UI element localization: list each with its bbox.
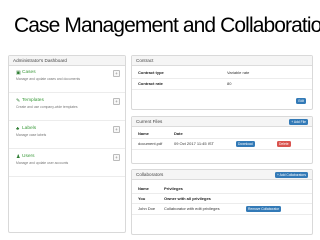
- column-header: Name: [138, 186, 149, 191]
- file-name[interactable]: document.pdf: [138, 141, 162, 146]
- add-file-button[interactable]: + Add File: [289, 119, 308, 125]
- pencil-icon: ✎: [16, 98, 21, 104]
- contract-row: Contract type Variable rate: [132, 68, 312, 79]
- add-user-button[interactable]: +: [113, 154, 120, 161]
- dashboard-item-desc: Create and use company-wide templates: [16, 105, 78, 109]
- dashboard-item-name[interactable]: Labels: [22, 126, 36, 131]
- contract-label: Contract rate: [138, 81, 163, 86]
- add-label-button[interactable]: +: [113, 126, 120, 133]
- collaborators-header-row: Name Privileges: [132, 184, 312, 194]
- add-template-button[interactable]: +: [113, 98, 120, 105]
- dashboard-item-name[interactable]: Cases: [22, 70, 36, 75]
- table-row: You Owner with all privileges: [132, 194, 312, 204]
- dashboard-title: Administrator's Dashboard: [9, 56, 125, 66]
- dashboard-item-labels[interactable]: ♣ Labels Manage case labels +: [9, 122, 125, 149]
- collaborators-title-text: Collaborators: [136, 172, 164, 177]
- contract-label: Contract type: [138, 70, 164, 75]
- edit-button[interactable]: Edit: [296, 98, 306, 104]
- contract-panel: Contract Contract type Variable rate Con…: [131, 55, 313, 110]
- table-row: John Doe Collaborator with edit privileg…: [132, 204, 312, 215]
- add-case-button[interactable]: +: [113, 70, 120, 77]
- collaborators-title: Collaborators + Add Collaborators: [132, 170, 312, 180]
- dashboard-item-users[interactable]: ♟ Users Manage and update user accounts …: [9, 150, 125, 177]
- collaborator-privileges: Owner with all privileges: [164, 196, 211, 201]
- contract-value: Variable rate: [227, 70, 250, 75]
- files-header-row: Name Date: [132, 129, 312, 139]
- remove-collaborator-button[interactable]: Remove Collaborator: [246, 205, 282, 212]
- dashboard-item-cases[interactable]: ▣ Cases Manage and update cases and docu…: [9, 66, 125, 93]
- dashboard-panel: Administrator's Dashboard ▣ Cases Manage…: [8, 55, 126, 233]
- column-header: Date: [174, 131, 183, 136]
- contract-title: Contract: [132, 56, 312, 66]
- collaborator-name: You: [138, 196, 146, 201]
- collaborator-privileges: Collaborator with edit privileges: [164, 206, 220, 211]
- collaborator-name: John Doe: [138, 206, 156, 211]
- files-title: Current Files + Add File: [132, 117, 312, 127]
- dashboard-item-name[interactable]: Templates: [22, 98, 44, 103]
- cases-icon: ▣: [16, 70, 21, 76]
- dashboard-item-templates[interactable]: ✎ Templates Create and use company-wide …: [9, 94, 125, 121]
- contract-value: 80: [227, 81, 232, 86]
- dashboard-item-desc: Manage and update cases and documents: [16, 77, 81, 81]
- files-panel: Current Files + Add File Name Date docum…: [131, 116, 313, 164]
- files-title-text: Current Files: [136, 119, 163, 124]
- dashboard-item-name[interactable]: Users: [22, 154, 35, 159]
- user-icon: ♟: [16, 154, 21, 160]
- add-collaborators-button[interactable]: + Add Collaborators: [274, 172, 308, 178]
- tag-icon: ♣: [16, 126, 20, 132]
- table-row: document.pdf 09 Oct 2017 11:45 IST Downl…: [132, 139, 312, 150]
- file-date: 09 Oct 2017 11:45 IST: [174, 141, 214, 146]
- column-header: Name: [138, 131, 149, 136]
- dashboard-item-desc: Manage and update user accounts: [16, 161, 69, 165]
- collaborators-panel: Collaborators + Add Collaborators Name P…: [131, 169, 313, 235]
- download-button[interactable]: Download: [236, 140, 255, 147]
- delete-button[interactable]: Delete: [277, 140, 291, 147]
- column-header: Privileges: [164, 186, 183, 191]
- contract-row: Contract rate 80: [132, 79, 312, 90]
- slide-title: Case Management and Collaboration: [14, 14, 320, 37]
- dashboard-item-desc: Manage case labels: [16, 133, 47, 137]
